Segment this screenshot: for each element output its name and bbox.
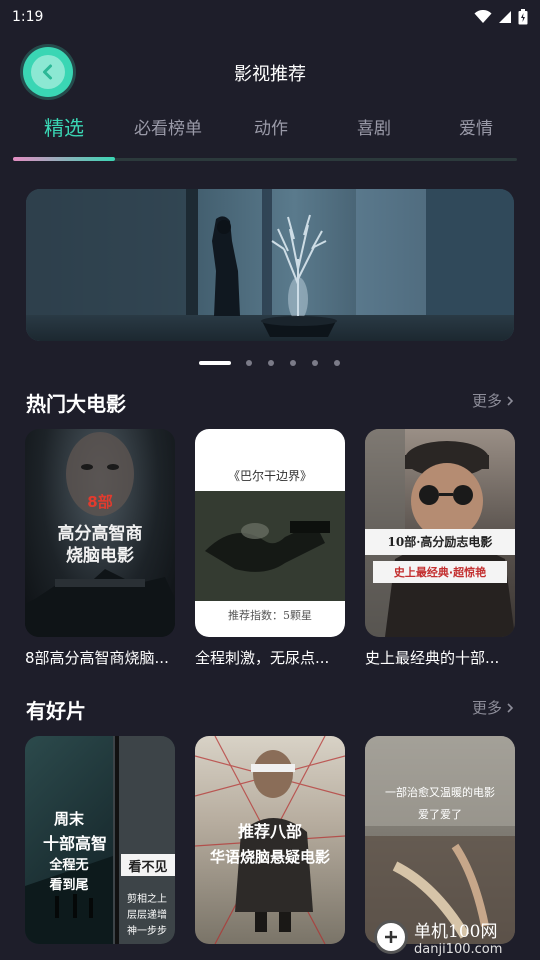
pagination-dot[interactable]: [334, 360, 340, 366]
movie-poster: 一部治愈又温暖的电影 爱了爱了: [365, 736, 515, 944]
battery-icon: [518, 9, 528, 25]
pagination-dot[interactable]: [312, 360, 318, 366]
movie-card[interactable]: 推荐八部 华语烧脑悬疑电影: [195, 736, 345, 944]
poster-art: [365, 736, 515, 944]
poster-caption: 10部·高分励志电影: [387, 535, 493, 549]
status-bar: 1:19: [0, 0, 540, 34]
status-icons: [474, 9, 528, 25]
section-more-good-films[interactable]: 更多: [472, 697, 514, 718]
wifi-icon: [474, 10, 492, 23]
movie-card-title: 全程刺激，无尿点...: [195, 649, 330, 667]
poster-caption: 剪相之上: [127, 894, 167, 905]
pagination-dot[interactable]: [290, 360, 296, 366]
movie-poster: 《巴尔干边界》 推荐指数：5颗星: [195, 429, 345, 637]
movie-card-title: 史上最经典的十部...: [365, 649, 500, 667]
movie-card[interactable]: 10部·高分励志电影 史上最经典·超惊艳 史上最经典的十部...: [365, 429, 515, 668]
poster-caption: 8部: [87, 493, 113, 511]
movie-card[interactable]: 周末 十部高智 全程无 看到尾 看不见 剪相之上 层层递增 神一步步: [25, 736, 175, 944]
poster-caption: 《巴尔干边界》: [227, 469, 312, 483]
chevron-right-icon: [507, 395, 514, 406]
banner-pagination: [0, 358, 540, 366]
category-tabs: 精选 必看榜单 动作 喜剧 爱情: [13, 108, 517, 162]
signal-icon: [499, 11, 511, 23]
movie-poster: 8部 高分高智商 烧脑电影: [25, 429, 175, 637]
watermark-url: danji100.com: [414, 942, 503, 957]
poster-caption: 华语烧脑悬疑电影: [209, 848, 330, 866]
movie-poster: 推荐八部 华语烧脑悬疑电影: [195, 736, 345, 944]
tab-comedy[interactable]: 喜剧: [323, 114, 425, 139]
watermark-text: 单机100网 danji100.com: [414, 917, 502, 957]
tab-action[interactable]: 动作: [220, 114, 322, 139]
poster-caption: 看到尾: [49, 878, 89, 893]
section-title-good-films: 有好片: [26, 699, 86, 723]
pagination-dot-active[interactable]: [199, 361, 231, 365]
tab-active-indicator: [13, 157, 115, 161]
poster-caption: 推荐指数：5颗星: [228, 609, 312, 622]
more-label: 更多: [471, 699, 502, 717]
movie-card[interactable]: 《巴尔干边界》 推荐指数：5颗星 全程刺激，无尿点...: [195, 429, 345, 668]
banner-carousel[interactable]: [26, 189, 514, 341]
watermark-name: 单机100网: [414, 922, 498, 942]
banner-image: [26, 189, 514, 341]
movie-poster: 10部·高分励志电影 史上最经典·超惊艳: [365, 429, 515, 637]
movie-card[interactable]: 一部治愈又温暖的电影 爱了爱了: [365, 736, 515, 944]
section-more-hot-movies[interactable]: 更多: [472, 390, 514, 411]
site-watermark: 单机100网 danji100.com: [374, 917, 534, 957]
chevron-right-icon: [507, 702, 514, 713]
poster-caption: 层层递增: [127, 910, 167, 921]
poster-caption: 周末: [53, 810, 84, 828]
poster-caption: 推荐八部: [237, 822, 302, 841]
pagination-dot[interactable]: [246, 360, 252, 366]
poster-caption: 全程无: [49, 858, 89, 873]
tab-must-watch[interactable]: 必看榜单: [117, 114, 219, 139]
watermark-logo-icon: [374, 920, 408, 954]
movie-card[interactable]: 8部 高分高智商 烧脑电影 8部高分高智商烧脑...: [25, 429, 175, 668]
more-label: 更多: [471, 392, 502, 410]
page-title: 影视推荐: [234, 64, 306, 85]
poster-caption: 爱了爱了: [418, 808, 462, 821]
poster-caption: 史上最经典·超惊艳: [393, 566, 487, 579]
tab-featured[interactable]: 精选: [13, 112, 115, 141]
poster-caption: 看不见: [128, 860, 168, 875]
section-title-hot-movies: 热门大电影: [26, 392, 126, 416]
poster-caption: 十部高智: [42, 834, 107, 853]
pagination-dot[interactable]: [268, 360, 274, 366]
poster-caption: 一部治愈又温暖的电影: [385, 786, 495, 799]
plus-icon: [385, 931, 397, 943]
movie-card-title: 8部高分高智商烧脑...: [25, 649, 169, 667]
poster-caption: 烧脑电影: [66, 546, 134, 566]
tab-romance[interactable]: 爱情: [425, 114, 527, 139]
poster-art: [195, 491, 345, 601]
poster-caption: 神一步步: [127, 926, 167, 937]
header: 影视推荐: [0, 44, 540, 102]
status-time: 1:19: [12, 9, 44, 25]
movie-poster: 周末 十部高智 全程无 看到尾 看不见 剪相之上 层层递增 神一步步: [25, 736, 175, 944]
